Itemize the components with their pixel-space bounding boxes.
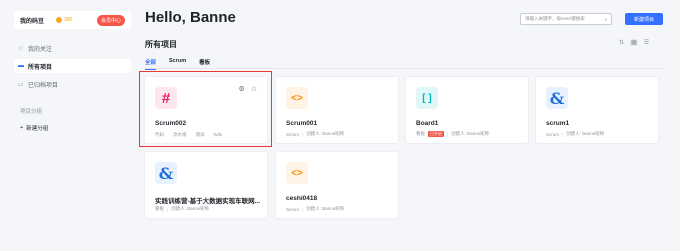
project-creator: 创建人: Banne昵称: [451, 131, 490, 136]
project-title: ceshi0418: [286, 195, 318, 202]
sidebar-item-label: 所有项目: [28, 64, 53, 71]
project-title: Board1: [416, 120, 439, 127]
project-title: Scrum001: [286, 120, 318, 127]
coin-count: 390: [64, 17, 73, 23]
project-meta: 看板 | 创建人: Banne昵称: [155, 206, 210, 212]
view-toggles: ⇅ ▦ ☰: [619, 39, 649, 46]
project-card[interactable]: & 实践训练营-基于大数据实现车联网... 看板 | 创建人: Banne昵称: [144, 151, 268, 219]
star-icon: ☆: [18, 45, 24, 52]
project-type: 看板: [416, 131, 425, 136]
project-title: 实践训练营-基于大数据实现车联网...: [155, 198, 261, 205]
user-name: 我的码豆: [20, 18, 45, 25]
project-card[interactable]: <> ceshi0418 Scrum | 创建人: Banne昵称: [275, 151, 399, 219]
sidebar-item-label: 我的关注: [28, 46, 53, 53]
sidebar-item-all-projects[interactable]: ▬ 所有项目: [14, 59, 131, 73]
project-meta: Scrum | 创建人: Banne昵称: [286, 206, 345, 212]
search-icon[interactable]: ⌕: [604, 17, 607, 22]
coin-icon: [56, 17, 63, 23]
tabs-divider: [145, 68, 665, 69]
member-center-button[interactable]: 会员中心: [96, 14, 125, 26]
project-card[interactable]: & scrum1 Scrum | 创建人: Banne昵称: [535, 76, 659, 144]
add-group-button[interactable]: + 新建分组: [20, 124, 48, 132]
project-type: 看板: [155, 206, 164, 211]
folder-icon: ▬: [18, 63, 24, 69]
plus-icon: +: [20, 125, 24, 131]
project-meta: 看板 已开启 | 创建人: Banne昵称: [416, 131, 490, 137]
project-card[interactable]: [ ] Board1 看板 已开启 | 创建人: Banne昵称: [405, 76, 529, 144]
sidebar-item-label: 已归档项目: [28, 82, 59, 89]
project-creator: 创建人: Banne昵称: [306, 206, 345, 211]
ampersand-icon: &: [546, 87, 568, 109]
sidebar-item-archived[interactable]: ▭ 已归档项目: [14, 77, 131, 91]
project-group-title: 项目分组: [20, 109, 43, 115]
project-title: scrum1: [546, 120, 570, 127]
project-card[interactable]: <> Scrum001 Scrum | 创建人: Banne昵称: [275, 76, 399, 144]
grid-view-icon[interactable]: ▦: [630, 39, 638, 46]
project-type: Scrum: [286, 131, 300, 137]
selection-highlight: [139, 71, 272, 147]
brackets-icon: [ ]: [416, 87, 438, 109]
code-icon: <>: [286, 87, 308, 109]
page-title: Hello, Banne: [145, 9, 236, 26]
new-project-button[interactable]: 新建项目: [625, 13, 663, 25]
project-type: Scrum: [546, 131, 560, 137]
user-card[interactable]: 我的码豆 390 会员中心: [14, 11, 131, 29]
status-badge: 已开启: [428, 131, 444, 137]
sort-icon[interactable]: ⇅: [619, 39, 624, 46]
project-type: Scrum: [286, 206, 300, 212]
list-view-icon[interactable]: ☰: [644, 39, 649, 46]
archive-icon: ▭: [18, 81, 24, 88]
project-meta: Scrum | 创建人: Banne昵称: [546, 131, 605, 137]
code-icon: <>: [286, 162, 308, 184]
sidebar: 我的码豆 390 会员中心 ☆ 我的关注 ▬ 所有项目 ▭ 已归档项目 项目分组…: [0, 0, 136, 251]
project-meta: Scrum | 创建人: Banne昵称: [286, 131, 345, 137]
project-creator: 创建人: Banne昵称: [306, 131, 345, 136]
sidebar-item-following[interactable]: ☆ 我的关注: [14, 41, 131, 55]
add-group-label: 新建分组: [26, 126, 49, 132]
search-input[interactable]: 请输入关键字，按enter键搜索 ⌕: [520, 13, 612, 25]
search-placeholder: 请输入关键字，按enter键搜索: [525, 16, 585, 21]
project-creator: 创建人: Banne昵称: [171, 206, 210, 211]
project-creator: 创建人: Banne昵称: [566, 131, 605, 136]
ampersand-icon: &: [155, 162, 177, 184]
sidebar-nav: ☆ 我的关注 ▬ 所有项目 ▭ 已归档项目: [14, 41, 131, 95]
section-title: 所有项目: [145, 40, 177, 49]
